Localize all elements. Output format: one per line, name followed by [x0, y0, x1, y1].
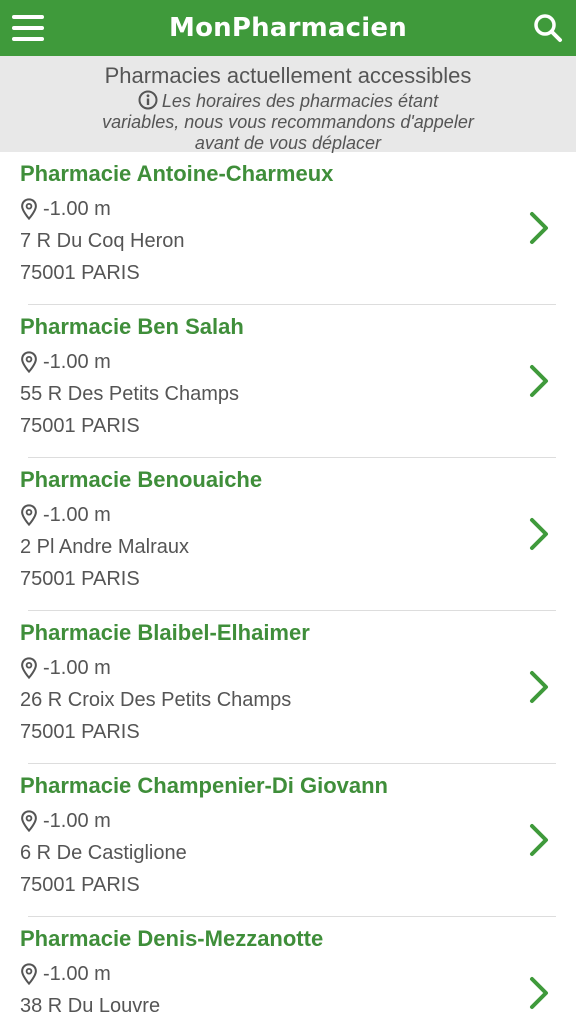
location-pin-icon [21, 810, 37, 832]
pharmacy-name: Pharmacie Denis-Mezzanotte [20, 926, 324, 951]
pharmacy-distance: -1.00 m [43, 503, 111, 526]
distance-row: -1.00 m [20, 962, 576, 986]
notice-banner: Pharmacies actuellement accessibles Les … [0, 56, 576, 154]
location-pin-icon [21, 963, 37, 985]
pharmacy-name: Pharmacie Antoine-Charmeux [20, 161, 334, 186]
search-button[interactable] [520, 0, 576, 56]
pharmacy-list-item[interactable]: Pharmacie Ben Salah -1.00 m 55 R Des Pet… [0, 305, 576, 458]
pharmacy-address: 38 R Du Louvre [20, 995, 161, 1017]
app-screen: MonPharmacien Pharmacies actuellement ac… [0, 0, 576, 1024]
pharmacy-list: Pharmacie Antoine-Charmeux -1.00 m 7 R D… [0, 152, 576, 1024]
pharmacy-distance: -1.00 m [43, 350, 111, 373]
pharmacy-address: 55 R Des Petits Champs [20, 383, 239, 405]
chevron-right-icon[interactable] [528, 210, 550, 246]
distance-row: -1.00 m [20, 656, 576, 680]
chevron-right-icon[interactable] [528, 975, 550, 1011]
location-pin-icon [21, 504, 37, 526]
pharmacy-name: Pharmacie Champenier-Di Giovann [20, 773, 388, 798]
hamburger-icon [12, 15, 44, 41]
pharmacy-distance: -1.00 m [43, 656, 111, 679]
distance-row: -1.00 m [20, 809, 576, 833]
location-pin-icon [21, 198, 37, 220]
top-bar: MonPharmacien [0, 0, 576, 56]
menu-button[interactable] [0, 0, 56, 56]
pharmacy-city: 75001 PARIS [20, 415, 140, 437]
distance-row: -1.00 m [20, 197, 576, 221]
info-icon [138, 90, 158, 110]
pharmacy-list-item[interactable]: Pharmacie Champenier-Di Giovann -1.00 m … [0, 764, 576, 917]
pharmacy-list-item[interactable]: Pharmacie Blaibel-Elhaimer -1.00 m 26 R … [0, 611, 576, 764]
chevron-right-icon[interactable] [528, 516, 550, 552]
pharmacy-list-item[interactable]: Pharmacie Denis-Mezzanotte -1.00 m 38 R … [0, 917, 576, 1024]
pharmacy-distance: -1.00 m [43, 809, 111, 832]
pharmacy-city: 75001 PARIS [20, 874, 140, 896]
pharmacy-distance: -1.00 m [43, 197, 111, 220]
distance-row: -1.00 m [20, 350, 576, 374]
pharmacy-name: Pharmacie Ben Salah [20, 314, 244, 339]
pharmacy-name: Pharmacie Benouaiche [20, 467, 263, 492]
chevron-right-icon[interactable] [528, 822, 550, 858]
pharmacy-address: 6 R De Castiglione [20, 842, 187, 864]
notice-title: Pharmacies actuellement accessibles [104, 63, 472, 88]
app-title: MonPharmacien [169, 13, 407, 43]
pharmacy-list-item[interactable]: Pharmacie Benouaiche -1.00 m 2 Pl Andre … [0, 458, 576, 611]
pharmacy-distance: -1.00 m [43, 962, 111, 985]
pharmacy-city: 75001 PARIS [20, 721, 140, 743]
chevron-right-icon[interactable] [528, 363, 550, 399]
pharmacy-address: 2 Pl Andre Malraux [20, 536, 189, 558]
notice-text-block: Les horaires des pharmacies étant variab… [98, 90, 478, 154]
pharmacy-address: 7 R Du Coq Heron [20, 230, 185, 252]
location-pin-icon [21, 351, 37, 373]
search-icon [534, 14, 562, 42]
chevron-right-icon[interactable] [528, 669, 550, 705]
location-pin-icon [21, 657, 37, 679]
pharmacy-name: Pharmacie Blaibel-Elhaimer [20, 620, 310, 645]
distance-row: -1.00 m [20, 503, 576, 527]
pharmacy-city: 75001 PARIS [20, 262, 140, 284]
pharmacy-address: 26 R Croix Des Petits Champs [20, 689, 292, 711]
pharmacy-city: 75001 PARIS [20, 568, 140, 590]
pharmacy-list-item[interactable]: Pharmacie Antoine-Charmeux -1.00 m 7 R D… [0, 152, 576, 305]
